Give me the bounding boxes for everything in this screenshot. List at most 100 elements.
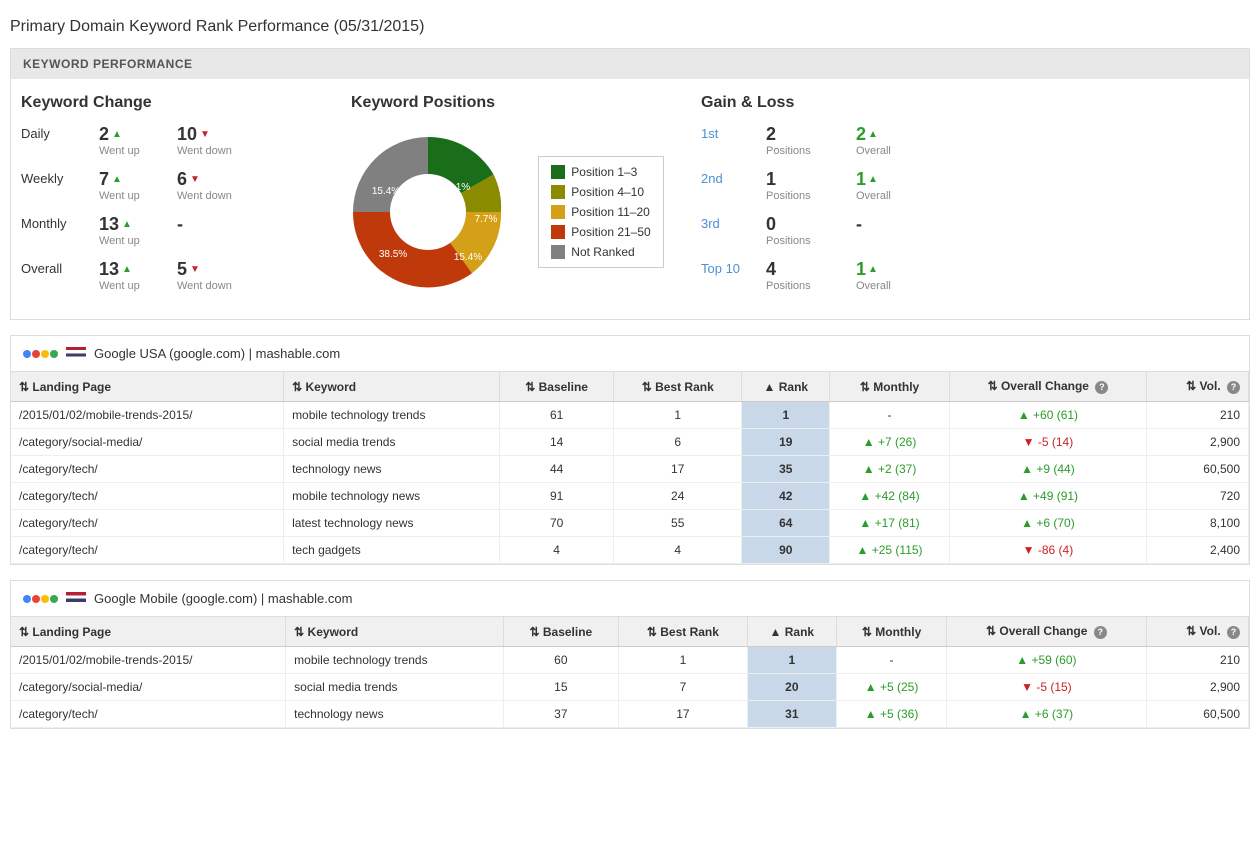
th-best-rank-usa[interactable]: ⇅ Best Rank [614, 372, 742, 402]
td-landing-3: /category/tech/ [11, 456, 284, 483]
td-keyword-6: tech gadgets [284, 537, 500, 564]
kw-sub-daily-up: Went up [99, 145, 140, 157]
arrow-down-overall [190, 264, 200, 275]
gl-num-2nd-positions: 1 [766, 169, 776, 190]
td-vol-3: 60,500 [1147, 456, 1249, 483]
gl-arrow-top10 [868, 264, 878, 275]
th-keyword-mobile[interactable]: ⇅ Keyword [286, 617, 504, 647]
help-icon-overall-usa[interactable]: ? [1095, 381, 1108, 394]
legend-color-21-50 [551, 225, 565, 239]
th-monthly-mobile[interactable]: ⇅ Monthly [836, 617, 946, 647]
label-4-10: 7.7% [475, 214, 498, 225]
usa-flag-mobile [66, 592, 86, 605]
th-baseline-mobile[interactable]: ⇅ Baseline [503, 617, 618, 647]
gain-loss-panel: Gain & Loss 1st 2 Positions 2 Overall [701, 94, 1239, 304]
td-m-monthly-3: ▲ +5 (36) [836, 701, 946, 728]
legend-item-11-20: Position 11–20 [551, 205, 650, 219]
kw-num-weekly-down: 6 [177, 169, 187, 190]
label-21-50: 38.5% [379, 249, 407, 260]
td-baseline-1: 61 [499, 402, 613, 429]
td-overall-3: ▲ +9 (44) [949, 456, 1147, 483]
th-landing-page-mobile[interactable]: ⇅ Landing Page [11, 617, 286, 647]
gl-sub-top10-overall: Overall [856, 280, 891, 292]
page-title: Primary Domain Keyword Rank Performance … [10, 10, 1250, 48]
td-m-rank-3: 31 [747, 701, 836, 728]
th-overall-change-mobile[interactable]: ⇅ Overall Change ? [947, 617, 1146, 647]
usa-flag [66, 347, 86, 360]
table-row: /category/tech/ technology news 37 17 31… [11, 701, 1249, 728]
kw-label-daily: Daily [21, 124, 91, 141]
td-monthly-3: ▲ +2 (37) [830, 456, 949, 483]
kw-sub-overall-up: Went up [99, 280, 140, 292]
td-landing-6: /category/tech/ [11, 537, 284, 564]
td-m-keyword-1: mobile technology trends [286, 647, 504, 674]
table-row: /category/tech/ technology news 44 17 35… [11, 456, 1249, 483]
help-icon-overall-mobile[interactable]: ? [1094, 626, 1107, 639]
td-keyword-4: mobile technology news [284, 483, 500, 510]
kw-num-monthly-up: 13 [99, 214, 119, 235]
td-m-rank-1: 1 [747, 647, 836, 674]
td-monthly-5: ▲ +17 (81) [830, 510, 949, 537]
gl-label-2nd: 2nd [701, 169, 756, 186]
td-monthly-6: ▲ +25 (115) [830, 537, 949, 564]
td-m-landing-1: /2015/01/02/mobile-trends-2015/ [11, 647, 286, 674]
td-m-overall-3: ▲ +6 (37) [947, 701, 1146, 728]
arrow-up-daily [112, 129, 122, 140]
help-icon-vol-usa[interactable]: ? [1227, 381, 1240, 394]
th-rank-mobile[interactable]: ▲ Rank [747, 617, 836, 647]
td-best-rank-5: 55 [614, 510, 742, 537]
th-rank-usa[interactable]: ▲ Rank [742, 372, 830, 402]
td-m-baseline-3: 37 [503, 701, 618, 728]
legend-item-1-3: Position 1–3 [551, 165, 650, 179]
kw-num-overall-up: 13 [99, 259, 119, 280]
table-row: /category/social-media/ social media tre… [11, 429, 1249, 456]
th-vol-mobile[interactable]: ⇅ Vol. ? [1146, 617, 1249, 647]
th-best-rank-mobile[interactable]: ⇅ Best Rank [619, 617, 748, 647]
td-m-monthly-2: ▲ +5 (25) [836, 674, 946, 701]
google-mobile-header: Google Mobile (google.com) | mashable.co… [11, 581, 1249, 617]
td-baseline-6: 4 [499, 537, 613, 564]
keyword-change-title: Keyword Change [21, 94, 301, 112]
gl-num-top10-positions: 4 [766, 259, 776, 280]
kw-num-daily-down: 10 [177, 124, 197, 145]
legend-color-not-ranked [551, 245, 565, 259]
legend-color-11-20 [551, 205, 565, 219]
legend-label-not-ranked: Not Ranked [571, 245, 634, 259]
table-row: /category/tech/ mobile technology news 9… [11, 483, 1249, 510]
kw-sub-daily-down: Went down [177, 145, 232, 157]
th-keyword-usa[interactable]: ⇅ Keyword [284, 372, 500, 402]
td-vol-4: 720 [1147, 483, 1249, 510]
gl-sub-2nd-positions: Positions [766, 190, 811, 202]
td-keyword-2: social media trends [284, 429, 500, 456]
td-baseline-4: 91 [499, 483, 613, 510]
th-monthly-usa[interactable]: ⇅ Monthly [830, 372, 949, 402]
td-m-keyword-3: technology news [286, 701, 504, 728]
td-baseline-5: 70 [499, 510, 613, 537]
help-icon-vol-mobile[interactable]: ? [1227, 626, 1240, 639]
kw-sub-weekly-down: Went down [177, 190, 232, 202]
gl-num-1st-positions: 2 [766, 124, 776, 145]
gl-label-top10: Top 10 [701, 259, 756, 276]
gain-loss-title: Gain & Loss [701, 94, 1239, 112]
gl-overall-num-top10: 1 [856, 259, 866, 280]
th-landing-page-usa[interactable]: ⇅ Landing Page [11, 372, 284, 402]
th-vol-usa[interactable]: ⇅ Vol. ? [1147, 372, 1249, 402]
gl-row-top10: Top 10 4 Positions 1 Overall [701, 259, 1239, 292]
kw-sub-monthly-up: Went up [99, 235, 140, 247]
td-overall-1: ▲ +60 (61) [949, 402, 1147, 429]
gl-overall-1st: 2 Overall [856, 124, 891, 157]
th-baseline-usa[interactable]: ⇅ Baseline [499, 372, 613, 402]
td-m-landing-3: /category/tech/ [11, 701, 286, 728]
td-monthly-1: - [830, 402, 949, 429]
chart-area: 23.1% 7.7% 15.4% 38.5% 15.4% Position 1–… [338, 122, 663, 302]
keyword-positions-panel: Keyword Positions [311, 94, 691, 304]
th-overall-change-usa[interactable]: ⇅ Overall Change ? [949, 372, 1147, 402]
legend-label-11-20: Position 11–20 [571, 205, 650, 219]
kw-num-daily-up: 2 [99, 124, 109, 145]
gl-sub-top10-positions: Positions [766, 280, 811, 292]
kw-sub-overall-down: Went down [177, 280, 232, 292]
keyword-positions-title: Keyword Positions [351, 94, 495, 112]
gl-overall-num-1st: 2 [856, 124, 866, 145]
td-m-baseline-1: 60 [503, 647, 618, 674]
google-logo-usa [23, 350, 58, 358]
